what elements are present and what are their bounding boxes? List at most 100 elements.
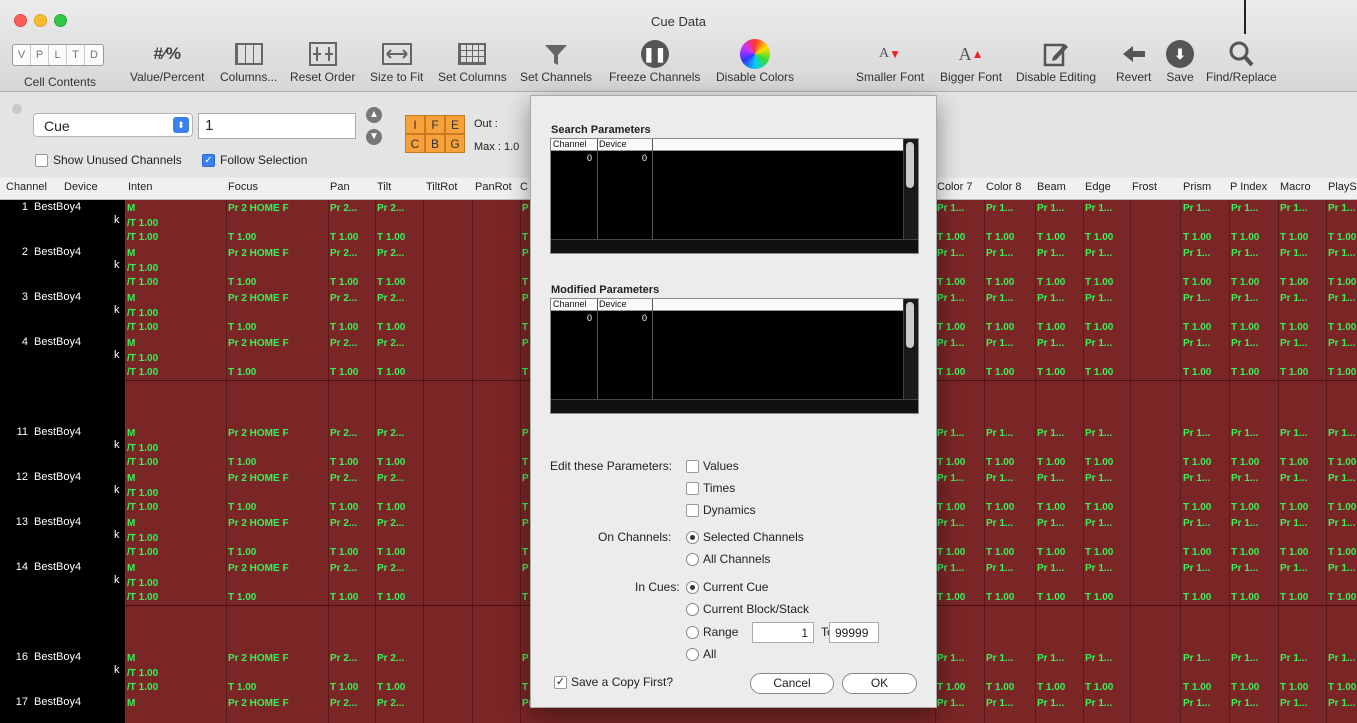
grid-cell[interactable]: T 1.00 <box>330 502 358 513</box>
grid-cell[interactable]: T 1.00 <box>1183 367 1211 378</box>
grid-cell[interactable]: Pr 2... <box>330 338 357 349</box>
grid-cell[interactable]: Pr 1... <box>986 428 1013 439</box>
grid-cell[interactable]: T 1.00 <box>986 367 1014 378</box>
grid-cell[interactable]: T <box>522 277 528 288</box>
grid-cell[interactable]: Pr 1... <box>986 293 1013 304</box>
grid-cell[interactable]: T 1.00 <box>330 547 358 558</box>
grid-cell[interactable]: Pr 1... <box>1280 653 1307 664</box>
grid-cell[interactable]: T <box>522 457 528 468</box>
grid-cell[interactable]: Pr 1... <box>1085 698 1112 709</box>
grid-cell[interactable]: M <box>127 248 135 259</box>
grid-cell[interactable]: T 1.00 <box>937 322 965 333</box>
grid-cell[interactable]: Pr 1... <box>986 203 1013 214</box>
grid-cell[interactable]: T 1.00 <box>228 457 256 468</box>
grid-cell[interactable]: P <box>522 203 529 214</box>
grid-cell[interactable]: Pr 1... <box>986 518 1013 529</box>
grid-cell[interactable]: Pr 1... <box>1280 248 1307 259</box>
grid-cell[interactable]: Pr 1... <box>937 293 964 304</box>
mode-i-button[interactable]: I <box>405 115 425 134</box>
grid-cell[interactable]: T 1.00 <box>937 682 965 693</box>
grid-cell[interactable]: Pr 1... <box>1328 428 1355 439</box>
grid-cell[interactable]: Pr 1... <box>1280 473 1307 484</box>
grid-cell[interactable]: /T 1.00 <box>127 502 158 513</box>
grid-cell[interactable]: T 1.00 <box>937 232 965 243</box>
grid-cell[interactable]: Pr 1... <box>1037 653 1064 664</box>
grid-cell[interactable]: Pr 1... <box>1183 248 1210 259</box>
grid-cell[interactable]: Pr 1... <box>1183 518 1210 529</box>
values-checkbox[interactable]: Values <box>686 459 739 473</box>
mode-g-button[interactable]: G <box>445 134 465 153</box>
mode-b-button[interactable]: B <box>425 134 445 153</box>
cancel-button[interactable]: Cancel <box>750 673 834 694</box>
grid-cell[interactable]: T 1.00 <box>937 502 965 513</box>
col-pan[interactable]: Pan <box>330 181 350 193</box>
grid-cell[interactable]: Pr 1... <box>1183 338 1210 349</box>
grid-cell[interactable]: M <box>127 518 135 529</box>
search-table-scrollbar[interactable] <box>903 139 918 253</box>
grid-cell[interactable]: T 1.00 <box>1183 322 1211 333</box>
grid-cell[interactable]: T 1.00 <box>986 232 1014 243</box>
mode-c-button[interactable]: C <box>405 134 425 153</box>
grid-cell[interactable]: M <box>127 428 135 439</box>
grid-cell[interactable]: P <box>522 293 529 304</box>
grid-cell[interactable]: Pr 2 HOME F <box>228 473 289 484</box>
grid-cell[interactable]: Pr 1... <box>1280 518 1307 529</box>
reset-order-button[interactable]: Reset Order <box>290 38 355 84</box>
grid-cell[interactable]: P <box>522 473 529 484</box>
grid-cell[interactable]: T 1.00 <box>228 367 256 378</box>
grid-cell[interactable]: Pr 1... <box>1328 473 1355 484</box>
grid-cell[interactable]: Pr 1... <box>1085 563 1112 574</box>
grid-cell[interactable]: Pr 1... <box>1183 203 1210 214</box>
cell-contents-d[interactable]: D <box>85 45 103 65</box>
grid-cell[interactable]: Pr 1... <box>1183 293 1210 304</box>
grid-cell[interactable]: P <box>522 248 529 259</box>
grid-cell[interactable]: Pr 1... <box>937 248 964 259</box>
grid-cell[interactable]: T <box>522 367 528 378</box>
grid-cell[interactable]: Pr 1... <box>986 473 1013 484</box>
follow-selection-checkbox[interactable]: ✓ Follow Selection <box>202 153 307 167</box>
col-macro[interactable]: Macro <box>1280 181 1311 193</box>
grid-cell[interactable]: T 1.00 <box>228 592 256 603</box>
grid-cell[interactable]: T 1.00 <box>1328 592 1356 603</box>
grid-cell[interactable]: T 1.00 <box>937 457 965 468</box>
grid-cell[interactable]: /T 1.00 <box>127 367 158 378</box>
all-cues-radio[interactable]: All <box>686 647 716 661</box>
grid-cell[interactable]: T 1.00 <box>937 547 965 558</box>
grid-cell[interactable]: T 1.00 <box>330 277 358 288</box>
grid-cell[interactable]: Pr 1... <box>986 653 1013 664</box>
grid-cell[interactable]: T 1.00 <box>1085 682 1113 693</box>
grid-cell[interactable]: T 1.00 <box>1037 367 1065 378</box>
grid-cell[interactable]: /T 1.00 <box>127 578 158 589</box>
grid-cell[interactable]: /T 1.00 <box>127 533 158 544</box>
grid-cell[interactable]: Pr 1... <box>986 698 1013 709</box>
grid-cell[interactable]: Pr 1... <box>1183 428 1210 439</box>
all-channels-radio[interactable]: All Channels <box>686 552 770 566</box>
range-to-field[interactable]: 99999 <box>829 622 879 643</box>
search-table-hscroll[interactable] <box>551 239 918 253</box>
size-to-fit-button[interactable]: Size to Fit <box>370 38 423 84</box>
cell-contents-l[interactable]: L <box>49 45 67 65</box>
grid-cell[interactable]: Pr 1... <box>1037 473 1064 484</box>
grid-cell[interactable]: T 1.00 <box>228 682 256 693</box>
grid-cell[interactable]: Pr 1... <box>1231 698 1258 709</box>
grid-cell[interactable]: T <box>522 322 528 333</box>
grid-cell[interactable]: /T 1.00 <box>127 218 158 229</box>
grid-cell[interactable]: Pr 1... <box>1085 338 1112 349</box>
grid-cell[interactable]: /T 1.00 <box>127 353 158 364</box>
grid-cell[interactable]: Pr 1... <box>1231 203 1258 214</box>
grid-cell[interactable]: Pr 1... <box>1231 653 1258 664</box>
grid-cell[interactable]: T 1.00 <box>986 277 1014 288</box>
grid-cell[interactable]: T <box>522 592 528 603</box>
grid-cell[interactable]: T 1.00 <box>228 502 256 513</box>
grid-cell[interactable]: T 1.00 <box>1085 367 1113 378</box>
grid-cell[interactable]: Pr 1... <box>937 698 964 709</box>
times-checkbox[interactable]: Times <box>686 481 735 495</box>
grid-cell[interactable]: T 1.00 <box>1280 592 1308 603</box>
grid-cell[interactable]: T 1.00 <box>1231 592 1259 603</box>
grid-cell[interactable]: Pr 2... <box>377 698 404 709</box>
grid-cell[interactable]: Pr 2... <box>330 293 357 304</box>
grid-cell[interactable]: Pr 1... <box>1231 293 1258 304</box>
save-button[interactable]: ⬇ Save <box>1166 38 1194 84</box>
grid-cell[interactable]: Pr 1... <box>1037 518 1064 529</box>
mode-f-button[interactable]: F <box>425 115 445 134</box>
